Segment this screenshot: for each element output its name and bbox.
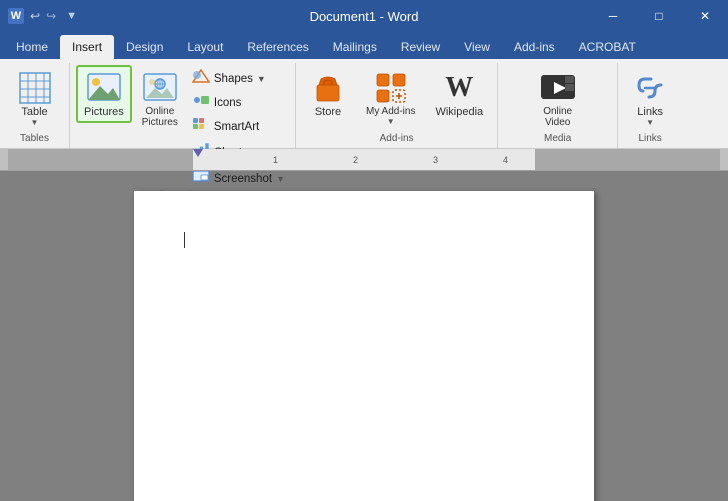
- shapes-icon: [192, 69, 210, 88]
- smartart-button[interactable]: SmartArt: [188, 115, 289, 138]
- ribbon-group-links: Links ▼ Links: [618, 63, 682, 148]
- icons-label: Icons: [214, 97, 242, 109]
- tab-design[interactable]: Design: [114, 35, 175, 59]
- pictures-button[interactable]: Pictures: [76, 65, 132, 123]
- store-icon: [310, 70, 346, 106]
- my-addins-button[interactable]: My Add-ins ▼: [358, 65, 423, 131]
- tab-home[interactable]: Home: [4, 35, 60, 59]
- wiki-w-letter: W: [445, 72, 473, 104]
- tab-acrobat[interactable]: ACROBAT: [567, 35, 648, 59]
- links-arrow: ▼: [646, 118, 654, 127]
- table-grid-svg: [18, 71, 52, 105]
- tab-mailings[interactable]: Mailings: [321, 35, 389, 59]
- my-addins-svg: [374, 71, 408, 105]
- addins-content: Store My Add-ins ▼: [302, 65, 491, 133]
- maximize-btn[interactable]: □: [636, 0, 682, 32]
- store-svg: [311, 71, 345, 105]
- screenshot-icon: [192, 169, 210, 188]
- ribbon-group-media: OnlineVideo Media: [498, 63, 618, 148]
- pictures-icon: [86, 70, 122, 106]
- ruler-bg: 1 2 3 4: [8, 149, 720, 170]
- minimize-btn[interactable]: ─: [590, 0, 636, 32]
- redo-btn[interactable]: ↪: [46, 9, 56, 23]
- title-text: Document1 - Word: [310, 9, 419, 24]
- close-btn[interactable]: ✕: [682, 0, 728, 32]
- title-bar-left: W ↩ ↪ ▼: [8, 8, 77, 24]
- media-content: OnlineVideo: [532, 65, 584, 133]
- screenshot-svg: [192, 169, 210, 183]
- text-cursor: [184, 232, 185, 248]
- addins-group-label: Add-ins: [380, 133, 414, 146]
- smartart-label: SmartArt: [214, 121, 259, 133]
- window-controls: ─ □ ✕: [590, 0, 728, 32]
- online-pictures-button[interactable]: OnlinePictures: [134, 65, 186, 133]
- wikipedia-icon: W: [441, 70, 477, 106]
- ribbon-group-addins: Store My Add-ins ▼: [296, 63, 498, 148]
- undo-btn[interactable]: ↩: [30, 9, 40, 23]
- pictures-svg: [86, 70, 122, 106]
- online-pictures-svg: [142, 70, 178, 106]
- shapes-arrow: ▼: [257, 74, 266, 84]
- my-addins-arrow: ▼: [387, 117, 395, 126]
- online-pictures-icon: [142, 70, 178, 106]
- online-pictures-label: OnlinePictures: [142, 106, 178, 128]
- links-content: Links ▼: [624, 65, 676, 133]
- table-label: Table: [21, 106, 47, 118]
- tables-group-label: Tables: [20, 133, 49, 146]
- document-area: [0, 171, 728, 501]
- links-group-label: Links: [638, 133, 661, 146]
- table-button[interactable]: Table ▼: [9, 65, 61, 132]
- ruler-ticks: 1 2 3 4: [193, 149, 535, 170]
- online-video-icon: [540, 70, 576, 106]
- tab-layout[interactable]: Layout: [175, 35, 235, 59]
- table-arrow: ▼: [31, 118, 39, 127]
- wikipedia-button[interactable]: W Wikipedia: [427, 65, 491, 123]
- tab-review[interactable]: Review: [389, 35, 452, 59]
- tab-references[interactable]: References: [235, 35, 320, 59]
- ruler-right-margin: [535, 149, 720, 170]
- store-button[interactable]: Store: [302, 65, 354, 123]
- ruler-left-margin: [8, 149, 193, 170]
- indent-marker[interactable]: [193, 149, 203, 157]
- table-icon: [17, 70, 53, 106]
- tab-addins[interactable]: Add-ins: [502, 35, 567, 59]
- screenshot-arrow: ▼: [276, 174, 285, 184]
- icons-icon: [192, 93, 210, 112]
- smartart-icon: [192, 117, 210, 136]
- store-label: Store: [315, 106, 341, 118]
- online-video-button[interactable]: OnlineVideo: [532, 65, 584, 133]
- tab-view[interactable]: View: [452, 35, 502, 59]
- links-svg: [633, 71, 667, 105]
- ribbon-group-illustrations: Pictures OnlinePictures: [70, 63, 296, 148]
- shapes-button[interactable]: Shapes ▼: [188, 67, 289, 90]
- links-button[interactable]: Links ▼: [624, 65, 676, 132]
- ribbon-tabs: Home Insert Design Layout References Mai…: [0, 32, 728, 59]
- icons-svg: [192, 93, 210, 107]
- document-page[interactable]: [134, 191, 594, 501]
- illustrations-content: Pictures OnlinePictures: [76, 65, 289, 190]
- online-video-label: OnlineVideo: [543, 106, 572, 128]
- illustrations-small-col: Shapes ▼ Icons: [188, 65, 289, 190]
- icons-button[interactable]: Icons: [188, 91, 289, 114]
- word-icon: W: [8, 8, 24, 24]
- ribbon: Table ▼ Tables Pictures: [0, 59, 728, 149]
- links-icon: [632, 70, 668, 106]
- ruler: 1 2 3 4: [0, 149, 728, 171]
- my-addins-icon: [373, 70, 409, 106]
- shapes-svg: [192, 69, 210, 83]
- online-video-svg: [540, 73, 576, 103]
- my-addins-label: My Add-ins: [366, 106, 415, 117]
- tables-content: Table ▼: [9, 65, 61, 133]
- wikipedia-label: Wikipedia: [435, 106, 483, 118]
- ribbon-group-tables: Table ▼ Tables: [0, 63, 70, 148]
- media-group-label: Media: [544, 133, 571, 146]
- smartart-svg: [192, 117, 210, 131]
- screenshot-label: Screenshot: [214, 173, 272, 185]
- links-label: Links: [637, 106, 663, 118]
- pictures-label: Pictures: [84, 106, 124, 118]
- title-bar: W ↩ ↪ ▼ Document1 - Word ─ □ ✕: [0, 0, 728, 32]
- tab-insert[interactable]: Insert: [60, 35, 114, 59]
- shapes-label: Shapes: [214, 73, 253, 85]
